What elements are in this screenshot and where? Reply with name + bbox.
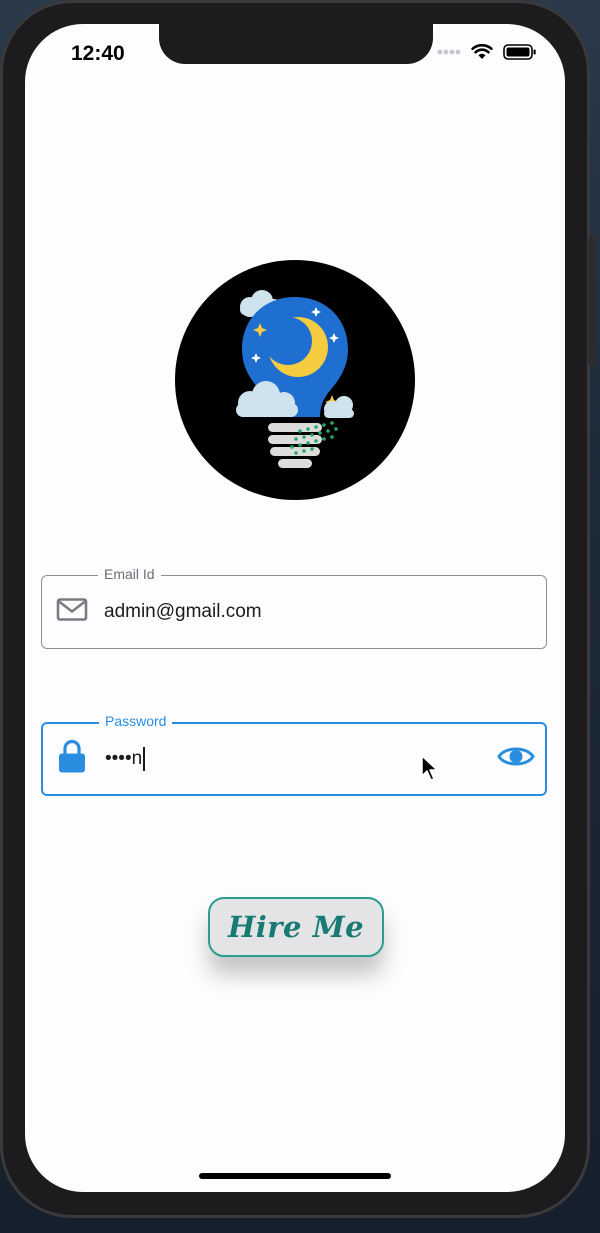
email-field-label: Email Id bbox=[98, 566, 161, 582]
status-time: 12:40 bbox=[71, 42, 125, 65]
password-field-label: Password bbox=[99, 713, 173, 729]
password-masked-text: ••••n bbox=[105, 748, 143, 770]
cellular-signal-icon bbox=[437, 49, 461, 55]
lock-icon bbox=[57, 739, 87, 779]
lightbulb-moon-icon bbox=[236, 290, 354, 468]
phone-frame: 12:40 Email Id admin@gmail.com Password … bbox=[0, 0, 596, 1218]
eye-icon[interactable] bbox=[497, 744, 535, 775]
mouse-pointer-icon bbox=[421, 755, 438, 781]
screen: 12:40 Email Id admin@gmail.com Password … bbox=[25, 24, 565, 1192]
app-logo bbox=[175, 260, 415, 500]
text-caret bbox=[143, 747, 146, 771]
envelope-icon bbox=[56, 598, 88, 627]
side-button bbox=[588, 236, 596, 366]
email-input[interactable]: admin@gmail.com bbox=[104, 601, 262, 623]
password-field[interactable]: Password ••••n bbox=[41, 713, 547, 796]
status-icons bbox=[437, 44, 537, 60]
battery-icon bbox=[503, 44, 536, 60]
email-field[interactable]: Email Id admin@gmail.com bbox=[41, 566, 547, 649]
hire-me-button[interactable]: Hire Me bbox=[208, 897, 384, 957]
password-input[interactable]: ••••n bbox=[105, 747, 146, 771]
wifi-icon bbox=[471, 44, 493, 59]
notch bbox=[159, 24, 433, 64]
home-indicator bbox=[199, 1173, 391, 1179]
